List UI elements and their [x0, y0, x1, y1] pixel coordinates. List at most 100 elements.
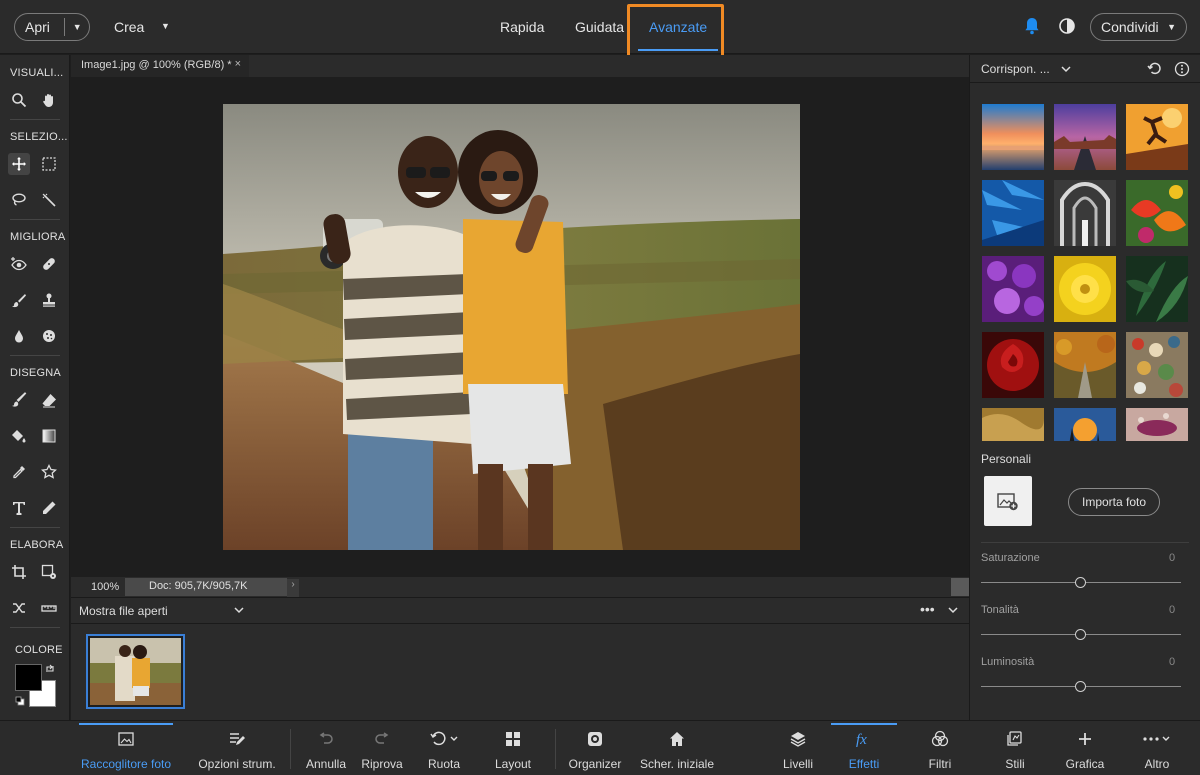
filters-button[interactable]: Filtri — [924, 721, 956, 775]
create-dropdown-icon[interactable]: ▼ — [161, 21, 170, 31]
preset-tile[interactable] — [1054, 332, 1116, 398]
blur-tool-icon[interactable] — [8, 325, 30, 347]
rotate-icon — [430, 731, 458, 746]
open-label[interactable]: Apri — [15, 19, 64, 35]
quick-selection-tool-icon[interactable] — [38, 189, 60, 211]
foreground-color-swatch[interactable] — [15, 664, 42, 691]
home-screen-button[interactable]: Scher. iniziale — [640, 721, 714, 775]
more-dots-icon — [1143, 736, 1170, 741]
effects-button[interactable]: fx Effetti — [831, 721, 897, 775]
preset-tile[interactable] — [1054, 180, 1116, 246]
lightness-slider-handle[interactable] — [1075, 681, 1086, 692]
saturation-slider-handle[interactable] — [1075, 577, 1086, 588]
zoom-level[interactable]: 100% — [91, 581, 119, 593]
content-aware-move-tool-icon[interactable] — [8, 597, 30, 619]
photo-canvas[interactable] — [223, 104, 800, 550]
preset-tile[interactable] — [982, 256, 1044, 322]
rotate-label: Ruota — [427, 757, 461, 771]
preset-tile[interactable] — [1054, 408, 1116, 441]
redo-icon — [375, 732, 389, 744]
preset-tile[interactable] — [982, 104, 1044, 170]
zoom-tool-icon[interactable] — [8, 89, 30, 111]
clone-stamp-tool-icon[interactable] — [38, 289, 60, 311]
eraser-tool-icon[interactable] — [38, 389, 60, 411]
custom-shape-tool-icon[interactable] — [38, 461, 60, 483]
photo-thumbnail[interactable] — [86, 634, 185, 709]
mode-quick[interactable]: Rapida — [500, 19, 544, 35]
gradient-tool-icon[interactable] — [38, 425, 60, 447]
eyedropper-tool-icon[interactable] — [8, 461, 30, 483]
preset-tile[interactable] — [1126, 332, 1188, 398]
pencil-tool-icon[interactable] — [38, 497, 60, 519]
photo-bin-more-icon[interactable]: ••• — [920, 601, 935, 617]
section-color: COLORE — [15, 644, 63, 656]
open-button[interactable]: Apri ▼ — [14, 13, 90, 41]
document-tab-title[interactable]: Image1.jpg @ 100% (RGB/8) * — [81, 59, 232, 71]
create-menu[interactable]: Crea — [114, 19, 144, 35]
layers-button[interactable]: Livelli — [782, 721, 814, 775]
recompose-tool-icon[interactable] — [38, 561, 60, 583]
effects-category-select[interactable]: Corrispon. ... — [981, 62, 1050, 76]
straighten-tool-icon[interactable] — [38, 597, 60, 619]
preset-tile[interactable] — [1054, 256, 1116, 322]
theme-toggle-icon[interactable] — [1058, 17, 1076, 35]
photo-bin-button[interactable]: Raccoglitore foto — [79, 721, 173, 775]
swap-colors-icon[interactable] — [45, 664, 55, 674]
share-dropdown-icon[interactable]: ▼ — [1167, 22, 1176, 32]
organizer-button[interactable]: Organizer — [569, 721, 621, 775]
photo-bin-filter[interactable]: Mostra file aperti — [79, 604, 168, 618]
import-photo-button[interactable]: Importa foto — [1068, 488, 1160, 516]
reset-icon[interactable] — [1147, 61, 1163, 77]
rotate-button[interactable]: Ruota — [426, 721, 462, 775]
share-button[interactable]: Condividi ▼ — [1090, 13, 1187, 41]
preset-tile[interactable] — [982, 408, 1044, 441]
lightness-label: Luminosità — [981, 656, 1035, 668]
crop-tool-icon[interactable] — [8, 561, 30, 583]
preset-tile[interactable] — [1126, 256, 1188, 322]
preset-tile[interactable] — [982, 332, 1044, 398]
styles-button[interactable]: Stili — [1002, 721, 1028, 775]
sponge-tool-icon[interactable] — [38, 325, 60, 347]
lasso-tool-icon[interactable] — [8, 189, 30, 211]
presets-grid — [982, 104, 1188, 441]
healing-brush-tool-icon[interactable] — [38, 253, 60, 275]
chevron-down-icon[interactable] — [1060, 63, 1072, 75]
collapse-bin-icon[interactable] — [947, 604, 959, 616]
brush-tool-icon[interactable] — [8, 389, 30, 411]
paint-bucket-tool-icon[interactable] — [8, 425, 30, 447]
tool-options-button[interactable]: Opzioni strum. — [198, 721, 276, 775]
redo-button[interactable]: Riprova — [361, 721, 403, 775]
vertical-scrollbar[interactable] — [951, 77, 969, 577]
close-tab-icon[interactable]: × — [235, 58, 241, 70]
type-tool-icon[interactable] — [8, 497, 30, 519]
undo-button[interactable]: Annulla — [305, 721, 347, 775]
more-button[interactable]: Altro — [1140, 721, 1174, 775]
preset-tile[interactable] — [1126, 104, 1188, 170]
preset-tile[interactable] — [982, 180, 1044, 246]
document-tab-bar: Image1.jpg @ 100% (RGB/8) * × — [71, 55, 969, 77]
mode-guided[interactable]: Guidata — [575, 19, 624, 35]
hue-slider-handle[interactable] — [1075, 629, 1086, 640]
notifications-bell-icon[interactable] — [1024, 17, 1040, 35]
preset-tile[interactable] — [1054, 104, 1116, 170]
preset-tile[interactable] — [1126, 180, 1188, 246]
document-tab[interactable]: Image1.jpg @ 100% (RGB/8) * × — [71, 55, 249, 77]
graphics-button[interactable]: Grafica — [1066, 721, 1104, 775]
move-tool-icon[interactable] — [8, 153, 30, 175]
more-options-icon[interactable] — [1174, 61, 1190, 77]
doc-size[interactable]: Doc: 905,7K/905,7K › — [125, 578, 299, 597]
layout-button[interactable]: Layout — [493, 721, 533, 775]
hand-tool-icon[interactable] — [38, 89, 60, 111]
status-menu-arrow-icon[interactable]: › — [287, 579, 299, 597]
marquee-tool-icon[interactable] — [38, 153, 60, 175]
open-dropdown-icon[interactable]: ▼ — [65, 22, 89, 32]
red-eye-tool-icon[interactable] — [8, 253, 30, 275]
share-label[interactable]: Condividi — [1101, 19, 1159, 35]
chevron-down-icon[interactable] — [233, 604, 245, 616]
default-colors-icon[interactable] — [15, 696, 25, 706]
layout-icon — [506, 732, 520, 746]
add-custom-photo-button[interactable] — [984, 476, 1032, 526]
preset-tile[interactable] — [1126, 408, 1188, 441]
smart-brush-tool-icon[interactable] — [8, 289, 30, 311]
layout-label: Layout — [494, 757, 532, 771]
